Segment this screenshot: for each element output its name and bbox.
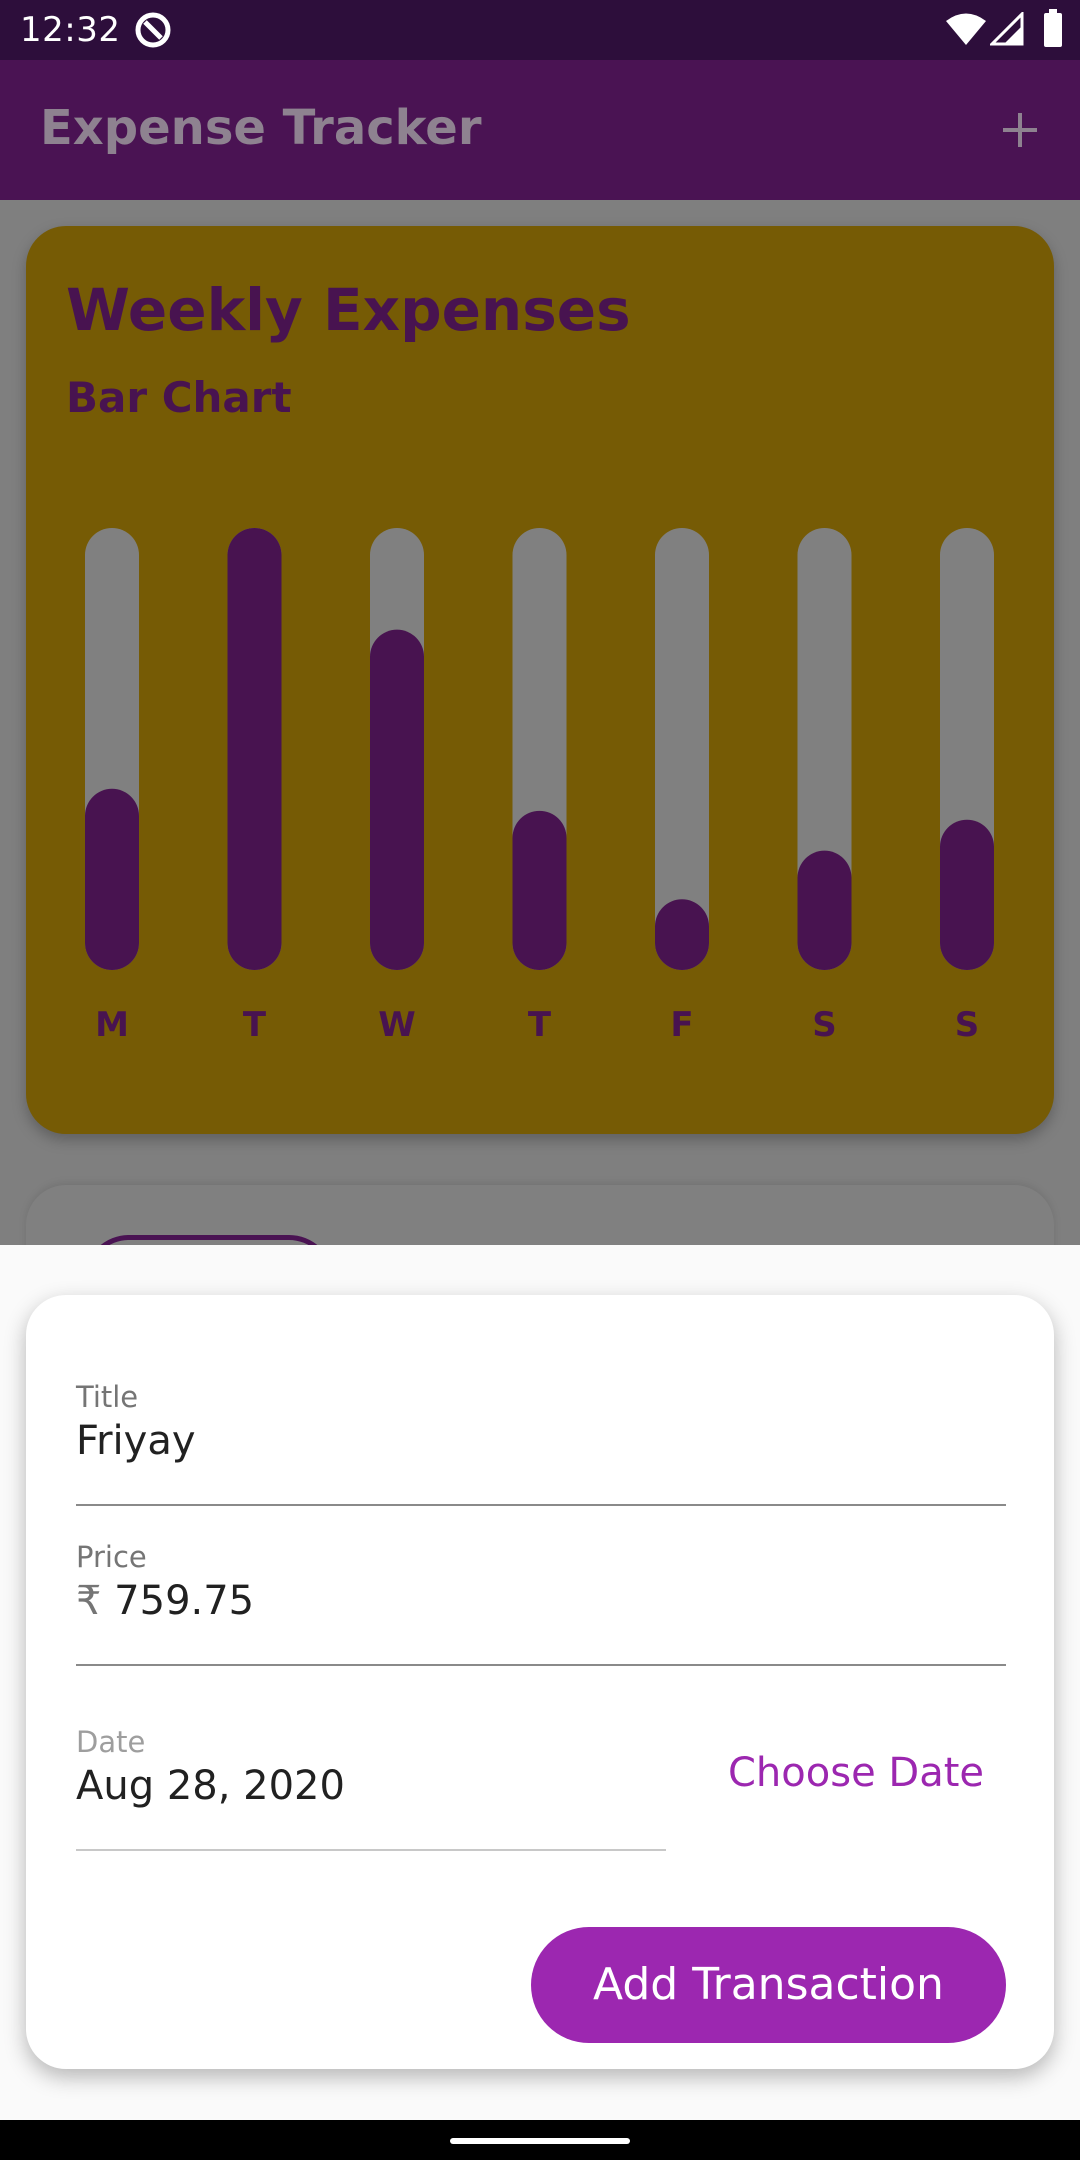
day-label: M bbox=[95, 1005, 129, 1045]
chart-subtitle: Bar Chart bbox=[66, 373, 292, 422]
title-underline bbox=[76, 1504, 1006, 1506]
battery-icon bbox=[1044, 9, 1062, 47]
nav-bar bbox=[0, 2120, 1080, 2160]
bar-fill bbox=[370, 629, 424, 970]
bar-fill bbox=[85, 788, 139, 970]
no-disturb-icon bbox=[135, 12, 171, 48]
price-label: Price bbox=[76, 1540, 147, 1574]
title-input[interactable]: Friyay bbox=[76, 1418, 196, 1464]
price-input[interactable]: ₹ 759.75 bbox=[76, 1578, 254, 1624]
currency-symbol: ₹ bbox=[76, 1578, 102, 1624]
bar-fill bbox=[655, 899, 709, 970]
bar-fill bbox=[512, 810, 567, 970]
home-indicator[interactable] bbox=[450, 2138, 630, 2144]
bar-fill bbox=[797, 850, 852, 970]
date-value: Aug 28, 2020 bbox=[76, 1763, 345, 1809]
price-underline bbox=[76, 1664, 1006, 1666]
status-time: 12:32 bbox=[20, 10, 121, 50]
date-field: Date Aug 28, 2020 bbox=[76, 1725, 345, 1809]
app-bar: Expense Tracker bbox=[0, 60, 1080, 200]
price-value: 759.75 bbox=[114, 1578, 255, 1624]
chart-card: M T W T F S S Weekly Expenses Bar Chart bbox=[26, 226, 1054, 1134]
choose-date-button[interactable]: Choose Date bbox=[706, 1743, 1006, 1803]
bar-fill bbox=[940, 819, 994, 970]
status-bar: 12:32 bbox=[0, 0, 1080, 60]
add-transaction-button[interactable]: Add Transaction bbox=[531, 1927, 1006, 2043]
day-label: W bbox=[378, 1005, 416, 1045]
screen: 12:32 Expense Tracker M T W T F S S Weekly Exp… bbox=[0, 0, 1080, 2160]
day-label: S bbox=[812, 1005, 837, 1045]
bottom-sheet: Title Friyay Price ₹ 759.75 Date Aug 28,… bbox=[0, 1245, 1080, 2120]
wifi-icon bbox=[946, 13, 986, 45]
day-label: T bbox=[528, 1005, 552, 1045]
app-title: Expense Tracker bbox=[40, 100, 482, 156]
bar-fill bbox=[227, 528, 282, 970]
transaction-form: Title Friyay Price ₹ 759.75 Date Aug 28,… bbox=[26, 1295, 1054, 2069]
plus-icon[interactable] bbox=[1000, 110, 1040, 150]
title-label: Title bbox=[76, 1380, 139, 1414]
chart-title: Weekly Expenses bbox=[66, 276, 631, 344]
day-label: S bbox=[955, 1005, 980, 1045]
date-underline bbox=[76, 1849, 666, 1851]
bar-chart: MTWTFSS bbox=[85, 528, 994, 1045]
date-label: Date bbox=[76, 1725, 146, 1759]
title-field[interactable]: Title Friyay bbox=[76, 1380, 196, 1464]
day-label: T bbox=[243, 1005, 267, 1045]
price-field[interactable]: Price ₹ 759.75 bbox=[76, 1540, 254, 1624]
day-label: F bbox=[670, 1005, 693, 1045]
cell-signal-icon bbox=[990, 12, 1024, 46]
